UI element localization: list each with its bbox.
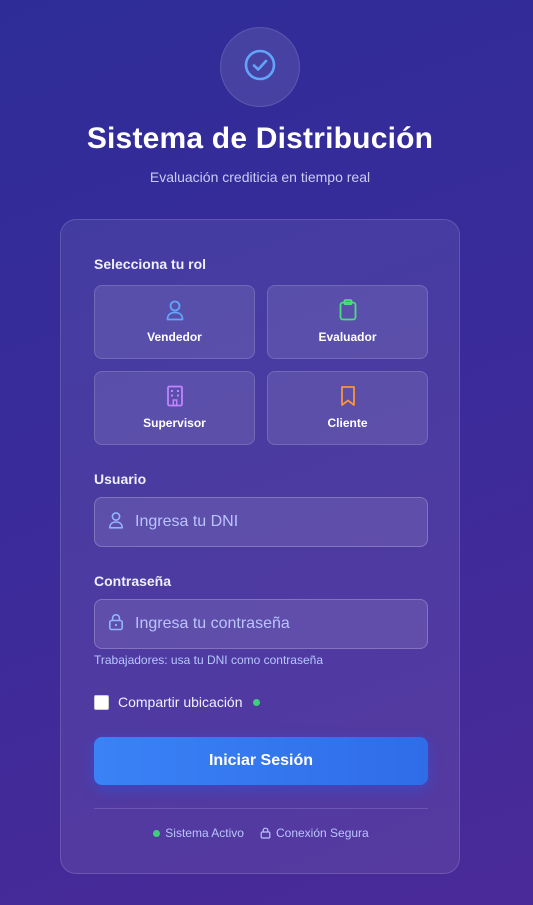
logo-badge bbox=[220, 27, 300, 107]
role-option-supervisor[interactable]: Supervisor bbox=[94, 371, 255, 445]
role-option-cliente[interactable]: Cliente bbox=[267, 371, 428, 445]
login-card: Selecciona tu rol Vendedor Evaluador Sup… bbox=[60, 219, 460, 874]
location-checkbox[interactable] bbox=[94, 694, 109, 710]
login-button[interactable]: Iniciar Sesión bbox=[94, 737, 428, 785]
location-status-dot bbox=[252, 698, 260, 706]
page-title: Sistema de Distribución bbox=[86, 122, 434, 155]
role-option-vendedor[interactable]: Vendedor bbox=[94, 285, 255, 359]
password-hint: Trabajadores: usa tu DNI como contraseña bbox=[94, 653, 324, 667]
username-label: Usuario bbox=[94, 471, 147, 487]
role-option-evaluador[interactable]: Evaluador bbox=[267, 285, 428, 359]
connection-status: Conexión Segura bbox=[260, 826, 369, 840]
username-field[interactable] bbox=[94, 497, 428, 547]
password-field[interactable] bbox=[94, 599, 428, 649]
connection-status-text: Conexión Segura bbox=[275, 826, 369, 840]
password-label: Contraseña bbox=[94, 573, 172, 589]
bookmark-icon bbox=[340, 385, 356, 407]
user-icon bbox=[165, 299, 185, 321]
check-circle-icon bbox=[243, 48, 277, 87]
role-label-vendedor: Vendedor bbox=[147, 330, 202, 344]
role-section-label: Selecciona tu rol bbox=[94, 256, 207, 272]
location-label: Compartir ubicación bbox=[118, 694, 243, 710]
status-bar: Sistema Activo Conexión Segura bbox=[61, 826, 461, 840]
building-icon bbox=[166, 385, 184, 407]
role-label-evaluador: Evaluador bbox=[318, 330, 377, 344]
lock-icon bbox=[260, 827, 271, 839]
lock-icon bbox=[108, 613, 124, 636]
clipboard-icon bbox=[339, 299, 357, 321]
username-input[interactable] bbox=[135, 513, 427, 531]
role-label-supervisor: Supervisor bbox=[143, 416, 206, 430]
role-label-cliente: Cliente bbox=[327, 416, 368, 430]
password-input[interactable] bbox=[135, 615, 427, 633]
system-status-text: Sistema Activo bbox=[165, 826, 244, 840]
user-icon bbox=[108, 511, 124, 534]
location-toggle-row: Compartir ubicación bbox=[94, 694, 260, 710]
status-dot-icon bbox=[153, 829, 161, 837]
page-subtitle: Evaluación crediticia en tiempo real bbox=[149, 169, 371, 185]
divider bbox=[94, 808, 428, 809]
system-status: Sistema Activo bbox=[153, 826, 244, 840]
